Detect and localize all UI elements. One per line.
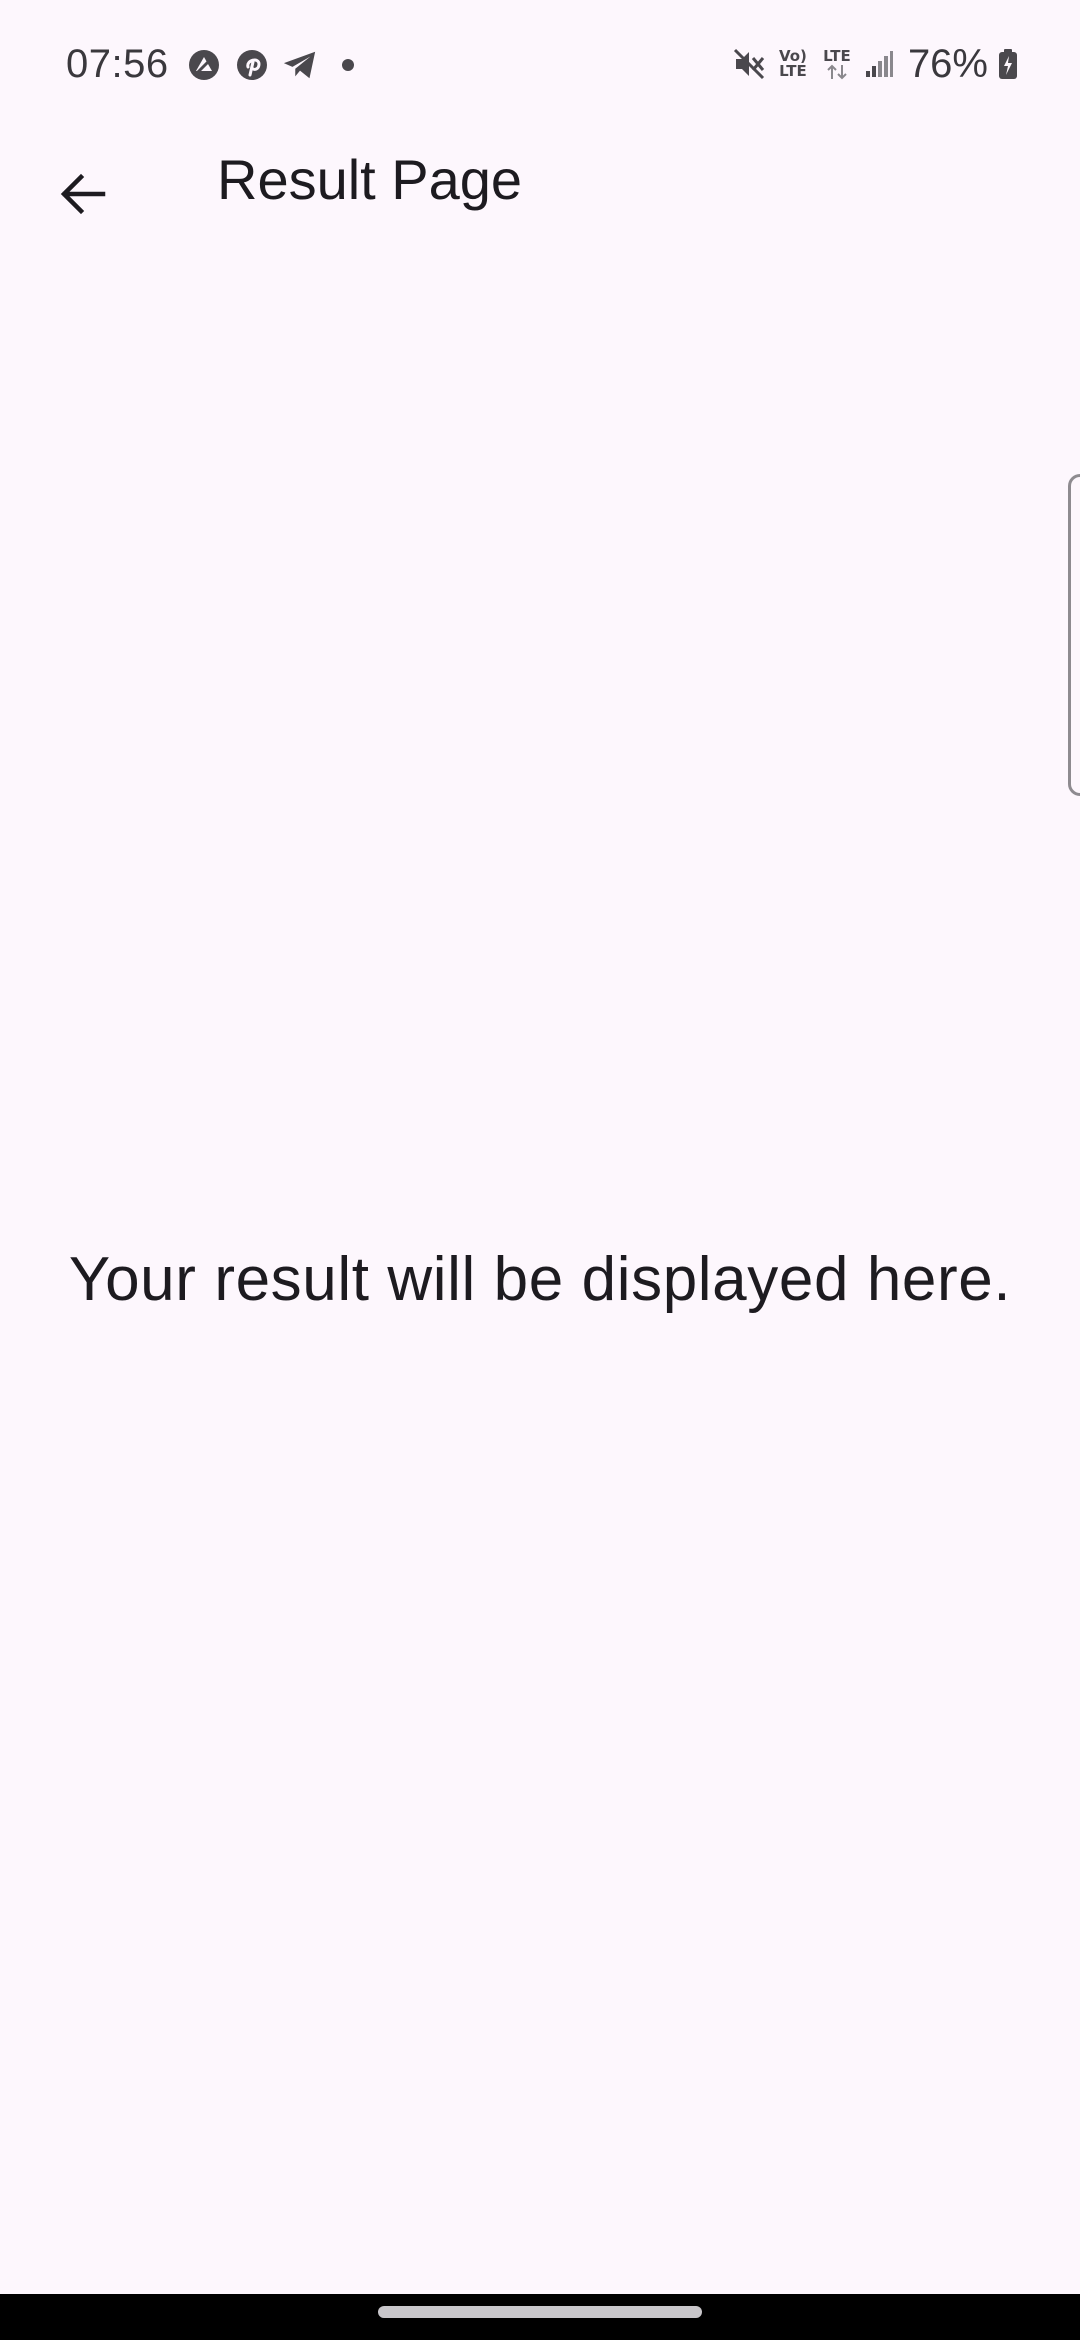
status-right-icons: Vo) LTE LTE 76% [732,40,1018,88]
notification-dot-icon [330,47,366,83]
edge-panel-handle[interactable] [1068,474,1080,796]
mute-icon [732,47,766,81]
telegram-icon [282,47,318,83]
lte-data-icon: LTE [820,46,854,80]
app-bar: Result Page [0,128,1080,238]
back-button[interactable] [40,151,126,237]
pinterest-icon [234,47,270,83]
status-left-icons [186,46,366,84]
home-indicator[interactable] [378,2306,702,2318]
arrow-left-icon [60,173,106,215]
volte-icon: Vo) LTE [776,49,810,79]
result-message: Your result will be displayed here. [68,1245,1012,1314]
signal-strength-icon [864,49,894,79]
status-time: 07:56 [66,42,169,86]
signal-app-icon [186,47,222,83]
navigation-bar [0,2294,1080,2340]
status-bar: 07:56 Vo) LTE LTE 76% [0,0,1080,128]
battery-charging-icon [998,48,1018,80]
lte-label: LTE [823,46,851,65]
screen: 07:56 Vo) LTE LTE 76% Result Page Your r… [0,0,1080,2340]
page-title: Result Page [217,148,523,211]
volte-label-bottom: LTE [779,62,807,80]
battery-percent: 76% [907,42,988,86]
